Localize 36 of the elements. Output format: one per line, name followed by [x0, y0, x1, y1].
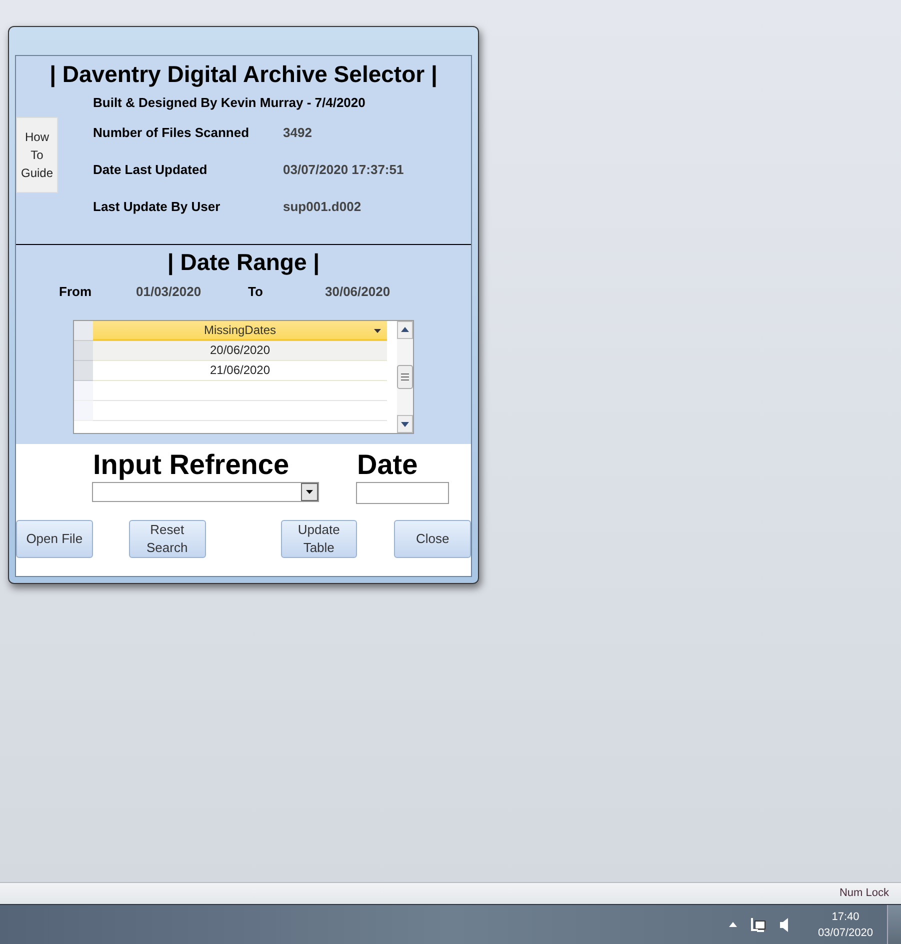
credit-text: Built & Designed By Kevin Murray - 7/4/2020 — [93, 94, 366, 112]
table-cell[interactable]: 20/06/2020 — [93, 341, 387, 361]
scrollbar[interactable] — [397, 321, 413, 433]
from-label: From — [59, 283, 92, 301]
form-button[interactable]: Update Table — [280, 520, 358, 558]
show-desktop-button[interactable] — [887, 904, 901, 944]
to-label: To — [248, 283, 264, 301]
info-label: Date Last Updated — [93, 161, 208, 179]
info-value: 3492 — [283, 124, 312, 142]
num-lock-indicator: Num Lock — [839, 886, 889, 902]
section-title: | Date Range | — [166, 248, 321, 277]
scroll-thumb[interactable] — [397, 365, 413, 389]
dropdown-icon[interactable] — [301, 483, 318, 501]
info-value: 03/07/2020 17:37:51 — [283, 161, 404, 179]
show-hidden-icons-icon[interactable] — [728, 922, 737, 927]
clock-time[interactable]: 17:40 — [832, 908, 860, 924]
column-header[interactable]: MissingDates — [93, 321, 387, 341]
form-button[interactable]: Reset Search — [128, 520, 206, 558]
to-date: 30/06/2020 — [325, 283, 390, 301]
info-label: Number of Files Scanned — [93, 124, 250, 142]
from-date: 01/03/2020 — [136, 283, 202, 301]
form-button[interactable]: Close — [394, 520, 471, 558]
info-label: Last Update By User — [93, 198, 222, 216]
reference-label: Input Refrence — [93, 448, 290, 482]
scroll-down-icon[interactable] — [397, 415, 413, 433]
date-label: Date — [357, 448, 418, 482]
info-value: sup001.d002 — [283, 198, 362, 216]
clock-date[interactable]: 03/07/2020 — [818, 924, 873, 940]
date-input-field[interactable] — [356, 482, 449, 504]
how-to-guide-button[interactable]: How To Guide — [16, 117, 58, 193]
network-icon[interactable] — [750, 916, 766, 932]
form-button[interactable]: Open File — [16, 520, 93, 558]
scroll-up-icon[interactable] — [397, 321, 413, 339]
dropdown-icon — [374, 329, 381, 333]
speaker-icon[interactable] — [780, 918, 788, 932]
form-title: | Daventry Digital Archive Selector | — [48, 60, 438, 89]
